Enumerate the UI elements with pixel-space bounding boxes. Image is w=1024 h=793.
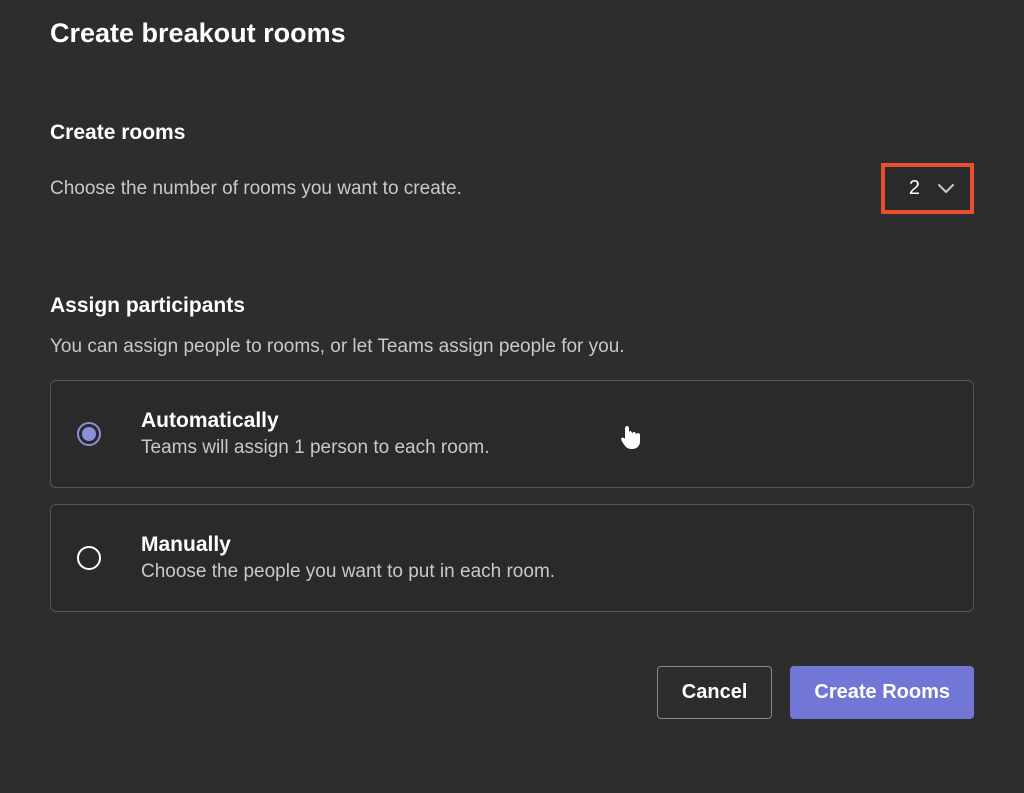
room-count-dropdown[interactable]: 2 xyxy=(881,163,974,214)
create-rooms-row: Choose the number of rooms you want to c… xyxy=(50,163,974,214)
option-manually[interactable]: Manually Choose the people you want to p… xyxy=(50,504,974,612)
radio-automatically[interactable] xyxy=(77,422,101,446)
create-rooms-description: Choose the number of rooms you want to c… xyxy=(50,178,462,200)
assign-participants-section: Assign participants You can assign peopl… xyxy=(50,294,974,358)
create-rooms-section: Create rooms Choose the number of rooms … xyxy=(50,121,974,214)
option-automatically-title: Automatically xyxy=(141,409,947,433)
option-automatically[interactable]: Automatically Teams will assign 1 person… xyxy=(50,380,974,488)
radio-manually[interactable] xyxy=(77,546,101,570)
radio-selected-indicator xyxy=(82,427,96,441)
option-manually-content: Manually Choose the people you want to p… xyxy=(141,533,947,583)
cursor-pointer-icon xyxy=(621,425,643,451)
assign-participants-description: You can assign people to rooms, or let T… xyxy=(50,336,974,358)
dialog-title: Create breakout rooms xyxy=(50,18,974,49)
create-rooms-heading: Create rooms xyxy=(50,121,974,145)
room-count-value: 2 xyxy=(909,177,920,200)
option-manually-description: Choose the people you want to put in eac… xyxy=(141,561,947,583)
option-automatically-description: Teams will assign 1 person to each room. xyxy=(141,437,947,459)
dialog-button-row: Cancel Create Rooms xyxy=(50,666,974,719)
option-manually-title: Manually xyxy=(141,533,947,557)
assign-participants-heading: Assign participants xyxy=(50,294,974,318)
option-automatically-content: Automatically Teams will assign 1 person… xyxy=(141,409,947,459)
create-rooms-button[interactable]: Create Rooms xyxy=(790,666,974,719)
chevron-down-icon xyxy=(938,181,954,197)
cancel-button[interactable]: Cancel xyxy=(657,666,773,719)
breakout-rooms-dialog: Create breakout rooms Create rooms Choos… xyxy=(0,0,1024,749)
